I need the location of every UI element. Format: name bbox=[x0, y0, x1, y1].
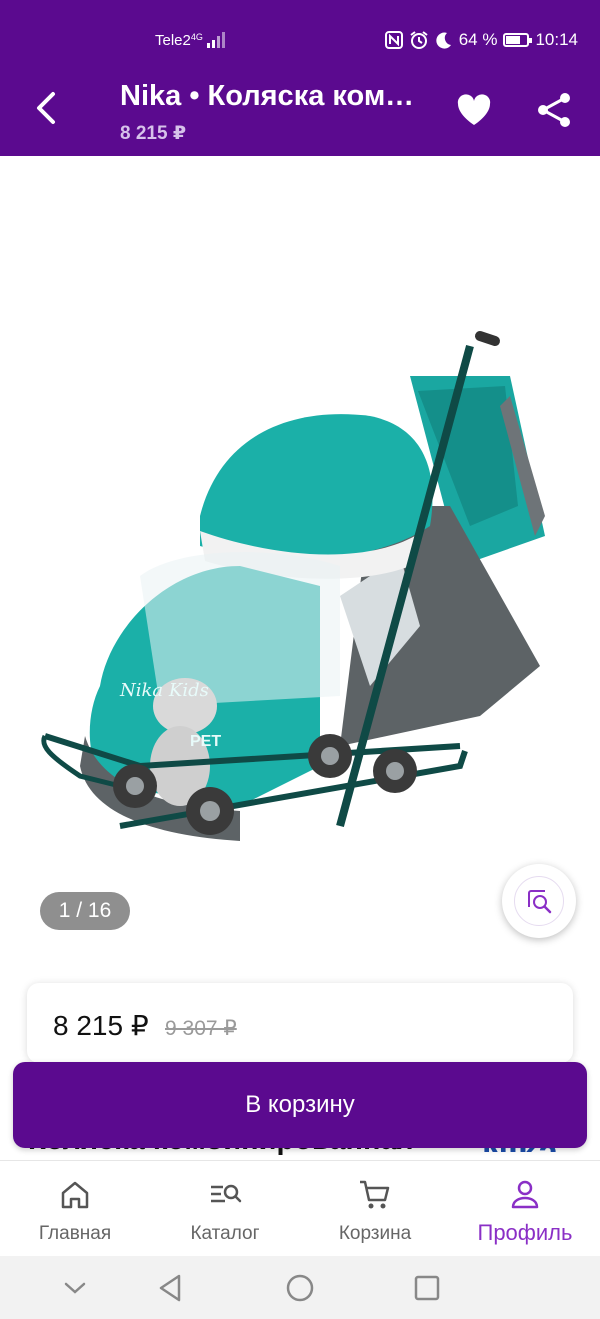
tab-catalog-label: Каталог bbox=[190, 1223, 260, 1244]
chevron-down-icon[interactable] bbox=[57, 1270, 93, 1306]
product-image[interactable]: Nika Kids PET bbox=[40, 266, 560, 846]
carrier-label: Tele24G bbox=[155, 32, 203, 49]
current-price: 8 215 ₽ bbox=[53, 1010, 149, 1041]
price-card: 8 215 ₽ 9 307 ₽ bbox=[27, 983, 573, 1063]
page-title: Nika • Коляска комбинированная bbox=[120, 80, 430, 112]
heart-icon[interactable] bbox=[454, 90, 494, 130]
profile-icon bbox=[511, 1180, 539, 1209]
image-counter: 1 / 16 bbox=[40, 892, 130, 930]
visual-search-ring bbox=[514, 876, 564, 926]
status-bar: Tele24G 64 % 10:14 bbox=[0, 0, 600, 64]
header-price: 8 215 ₽ bbox=[120, 123, 187, 144]
add-to-cart-button[interactable]: В корзину bbox=[13, 1062, 587, 1148]
visual-search-button[interactable] bbox=[502, 864, 576, 938]
tab-profile[interactable]: Профиль bbox=[450, 1161, 600, 1257]
tab-home-label: Главная bbox=[38, 1223, 112, 1244]
nfc-icon bbox=[384, 31, 403, 49]
image-text-brand: Nika Kids bbox=[119, 680, 209, 701]
nav-home-icon[interactable] bbox=[282, 1270, 318, 1306]
battery-percent: 64 % bbox=[458, 30, 498, 49]
image-search-icon bbox=[528, 890, 552, 914]
image-text-pet: PET bbox=[190, 733, 221, 750]
home-icon bbox=[61, 1181, 89, 1209]
catalog-search-icon bbox=[211, 1184, 242, 1203]
product-gallery[interactable]: Nika Kids PET 1 / 16 bbox=[0, 156, 600, 956]
tab-cart[interactable]: Корзина bbox=[300, 1161, 450, 1257]
network-type: 4G bbox=[190, 32, 203, 42]
tab-cart-label: Корзина bbox=[338, 1223, 412, 1244]
carrier-name: Tele2 bbox=[155, 32, 191, 49]
tab-home[interactable]: Главная bbox=[0, 1161, 150, 1257]
status-right: 64 % 10:14 bbox=[384, 30, 578, 50]
tab-profile-label: Профиль bbox=[477, 1220, 573, 1245]
cart-icon bbox=[360, 1180, 390, 1209]
nav-recents-icon[interactable] bbox=[409, 1270, 445, 1306]
system-nav-bar bbox=[0, 1256, 600, 1319]
bottom-tab-bar: Главная Каталог Корзина Профиль bbox=[0, 1160, 600, 1257]
tab-catalog[interactable]: Каталог bbox=[150, 1161, 300, 1257]
share-icon[interactable] bbox=[534, 90, 574, 130]
back-arrow-icon[interactable] bbox=[28, 88, 68, 128]
signal-icon bbox=[207, 32, 225, 48]
alarm-icon bbox=[410, 31, 428, 49]
clock: 10:14 bbox=[535, 30, 578, 49]
moon-icon bbox=[436, 32, 451, 49]
nav-back-icon[interactable] bbox=[153, 1270, 189, 1306]
battery-icon bbox=[503, 33, 533, 47]
old-price: 9 307 ₽ bbox=[165, 1017, 237, 1040]
app-bar: Nika • Коляска комбинированная 8 215 ₽ bbox=[0, 64, 600, 156]
